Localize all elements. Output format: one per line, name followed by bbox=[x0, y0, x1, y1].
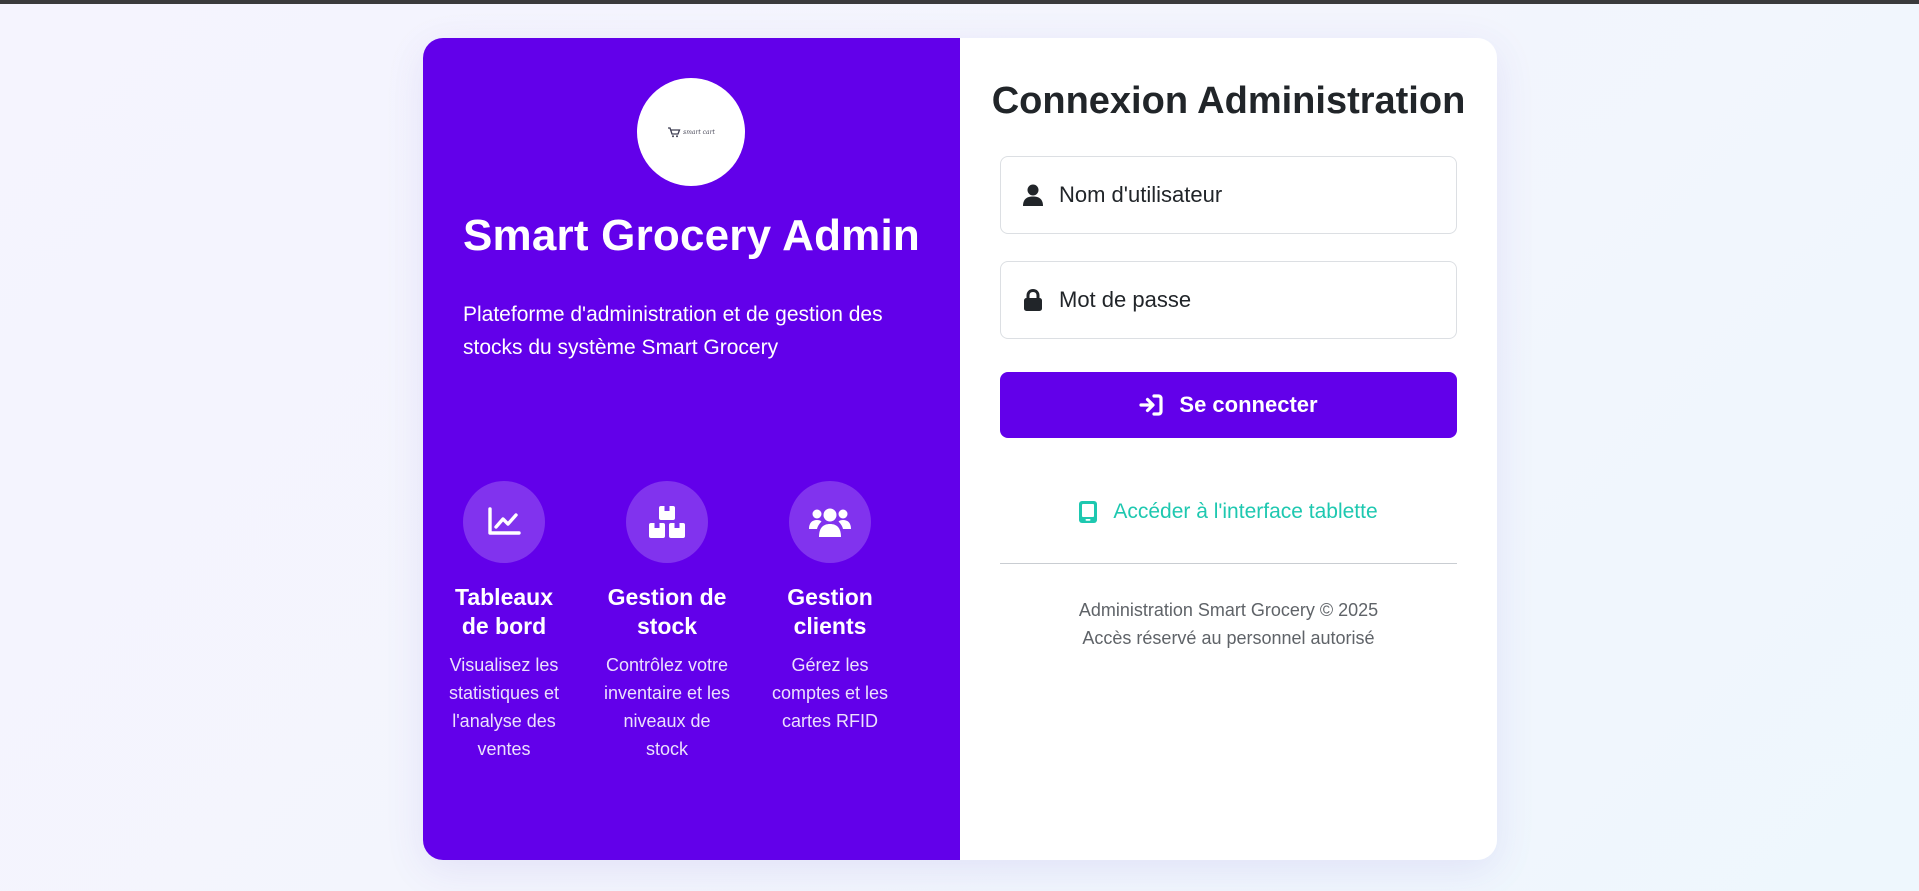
login-button[interactable]: Se connecter bbox=[1000, 372, 1457, 438]
password-input[interactable] bbox=[1059, 287, 1439, 313]
user-icon bbox=[1022, 184, 1044, 206]
divider bbox=[1000, 563, 1457, 564]
logo-text: smart cart bbox=[683, 128, 715, 136]
feature-description: Visualisez les statistiques et l'analyse… bbox=[448, 655, 560, 759]
feature-clients: Gestion clients Gérez les comptes et les… bbox=[772, 481, 952, 763]
features-list: Tableaux de bord Visualisez les statisti… bbox=[449, 481, 952, 763]
brand-title: Smart Grocery Admin bbox=[463, 211, 920, 260]
lock-icon bbox=[1022, 289, 1044, 311]
logo: smart cart bbox=[637, 78, 745, 186]
login-panel: Connexion Administration Nom d'utilisate… bbox=[960, 38, 1497, 860]
cart-logo-icon: smart cart bbox=[667, 126, 715, 138]
brand-description: Plateforme d'administration et de gestio… bbox=[463, 303, 883, 359]
feature-description: Gérez les comptes et les cartes RFID bbox=[771, 655, 889, 731]
feature-icon-wrap bbox=[463, 481, 545, 563]
footer: Administration Smart Grocery © 2025 Accè… bbox=[960, 596, 1497, 652]
tablet-icon bbox=[1079, 501, 1098, 523]
username-field[interactable] bbox=[1000, 156, 1457, 234]
chart-line-icon bbox=[488, 507, 521, 535]
password-field[interactable] bbox=[1000, 261, 1457, 339]
login-card: smart cart Smart Grocery Admin Plateform… bbox=[423, 38, 1497, 860]
footer-notice: Accès réservé au personnel autorisé bbox=[1082, 628, 1375, 648]
brand-panel: smart cart Smart Grocery Admin Plateform… bbox=[423, 38, 960, 860]
feature-title: Tableaux de bord bbox=[455, 584, 553, 639]
feature-title: Gestion de stock bbox=[607, 584, 727, 639]
login-button-label: Se connecter bbox=[1179, 392, 1318, 417]
feature-icon-wrap bbox=[789, 481, 871, 563]
sign-in-icon bbox=[1139, 394, 1164, 416]
boxes-icon bbox=[649, 506, 685, 538]
feature-title: Gestion clients bbox=[787, 584, 873, 639]
footer-copyright: Administration Smart Grocery © 2025 bbox=[1078, 600, 1379, 620]
username-input[interactable] bbox=[1059, 182, 1439, 208]
browser-top-strip bbox=[0, 0, 1919, 4]
tablet-interface-link[interactable]: Accéder à l'interface tablette bbox=[960, 500, 1497, 524]
feature-description: Contrôlez votre inventaire et les niveau… bbox=[603, 655, 731, 759]
users-icon bbox=[809, 508, 851, 537]
tablet-link-label: Accéder à l'interface tablette bbox=[1113, 500, 1378, 523]
feature-icon-wrap bbox=[626, 481, 708, 563]
login-title: Connexion Administration bbox=[991, 80, 1466, 122]
